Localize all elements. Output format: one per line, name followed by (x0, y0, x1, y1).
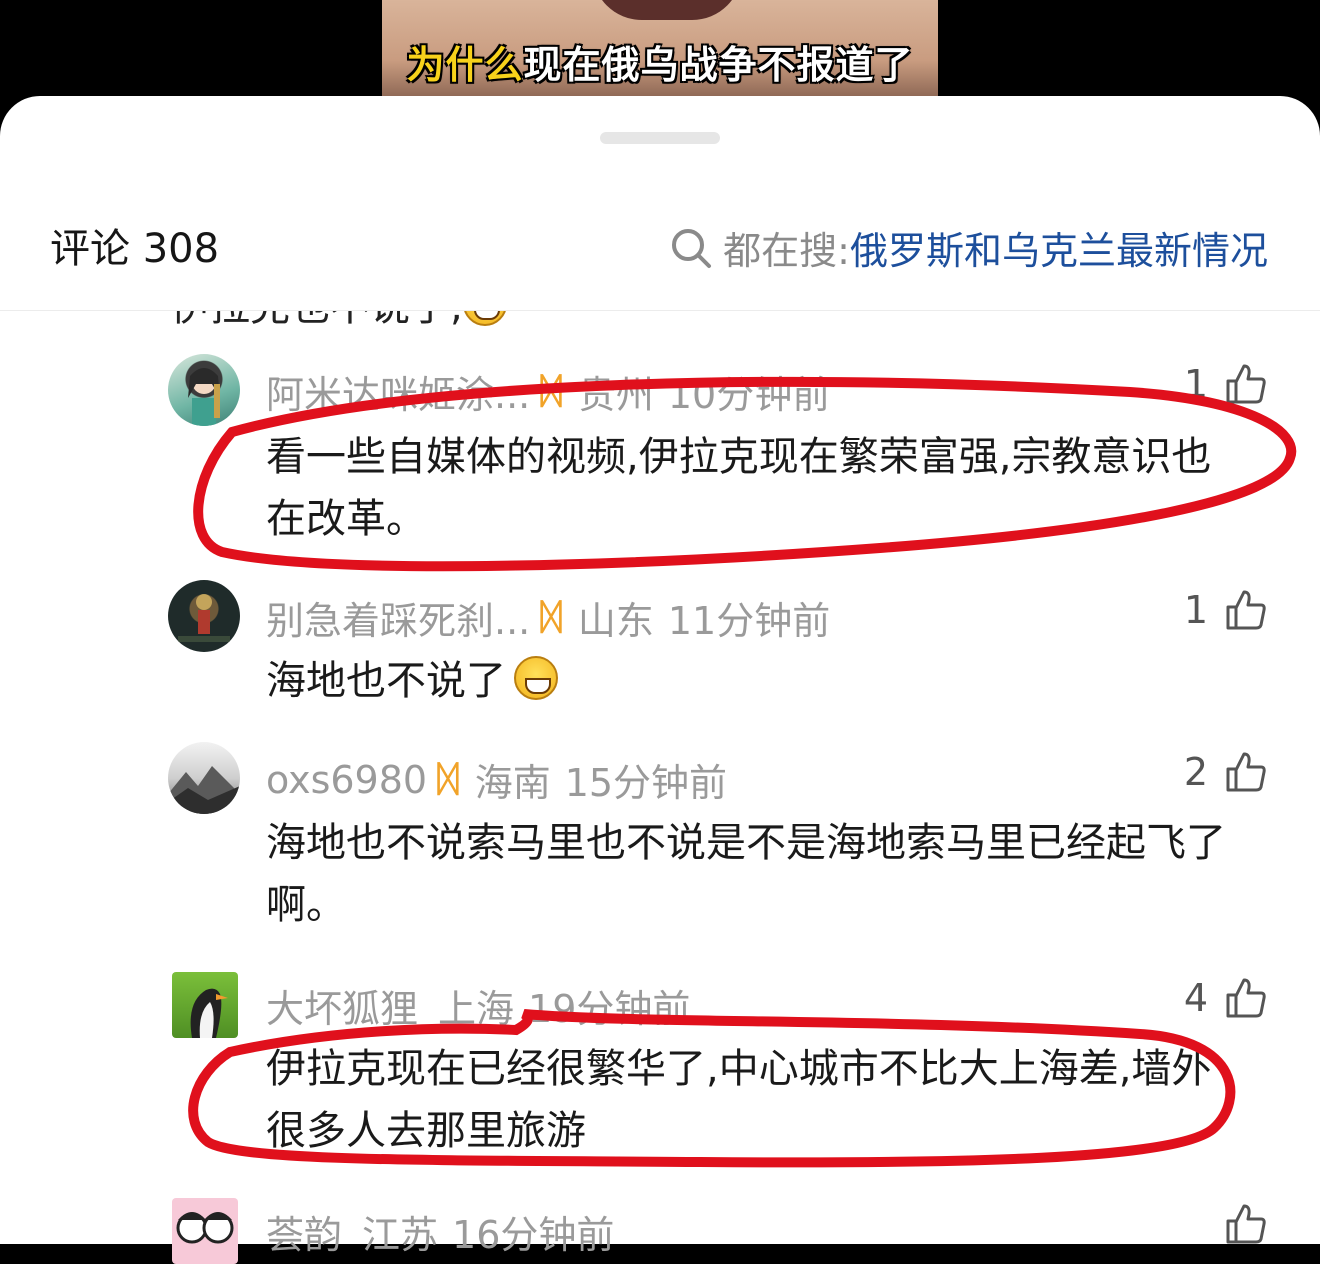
avatar-penguin-icon (190, 988, 228, 1038)
comment-username[interactable]: 大坏狐狸 (266, 978, 418, 1033)
video-face-mouth (592, 0, 742, 20)
video-player[interactable]: 为什么现在俄乌战争不报道了 (0, 0, 1320, 110)
like-count: 1 (1183, 362, 1208, 406)
comment-meta: 阿米达咪姬涂... ᛞ 贵州 10分钟前 (266, 364, 830, 419)
sheet-drag-handle[interactable] (600, 132, 720, 144)
like-button[interactable]: 2 (1184, 750, 1268, 794)
comment-meta: 荟韵 江苏 16分钟前 (266, 1204, 614, 1259)
avatar[interactable] (168, 580, 240, 652)
avatar-girl-icon (188, 368, 220, 426)
video-caption-highlight: 为什么 (406, 43, 524, 87)
avatar-landscape-icon (168, 766, 240, 814)
comment-region: 山东 (577, 599, 654, 643)
comment-header: 评论 308 都在搜: 俄罗斯和乌克兰最新情况 (0, 206, 1320, 311)
avatar-night-scene-icon (178, 594, 230, 642)
search-query-link[interactable]: 俄罗斯和乌克兰最新情况 (850, 220, 1268, 275)
avatar[interactable] (168, 354, 240, 426)
comment-text: 海地也不说索马里也不说是不是海地索马里已经起飞了啊。 (266, 820, 1226, 928)
comment-region: 江苏 (362, 1213, 439, 1257)
comment-text: 海地也不说了 (266, 650, 1236, 712)
comment-text-content: 海地也不说了 (266, 658, 506, 704)
comment-time: 15分钟前 (564, 761, 728, 805)
comment-username[interactable]: 荟韵 (266, 1204, 342, 1259)
comment-meta: 大坏狐狸 上海 19分钟前 (266, 978, 690, 1033)
fan-badge-icon: ᛞ (437, 759, 459, 800)
comment-region: 贵州 (577, 373, 654, 417)
comment-text: 看一些自媒体的视频,伊拉克现在繁荣富强,宗教意识也在改革。 (266, 434, 1212, 542)
comment-time: 16分钟前 (452, 1213, 615, 1257)
like-count: 2 (1183, 750, 1208, 794)
comment-region: 海南 (474, 761, 551, 805)
search-icon (672, 228, 712, 268)
fan-badge-icon: ᛞ (540, 597, 562, 638)
thumbs-up-icon (1226, 590, 1266, 630)
comment-time: 19分钟前 (528, 987, 691, 1031)
comment-time: 10分钟前 (667, 373, 831, 417)
comment-count: 评论 308 (50, 226, 220, 272)
thumbs-up-icon (1226, 978, 1266, 1018)
thumbs-up-icon (1226, 364, 1266, 404)
fan-badge-icon: ᛞ (540, 371, 562, 412)
comment-text: 伊拉克现在已经很繁华了,中心城市不比大上海差,墙外很多人去那里旅游 (266, 1046, 1212, 1154)
comment-time: 11分钟前 (667, 599, 831, 643)
like-count: 1 (1183, 588, 1208, 632)
search-label: 都在搜: (723, 229, 850, 273)
thumbs-up-icon (1226, 752, 1266, 792)
comment-meta: oxs6980 ᛞ 海南 15分钟前 (266, 752, 727, 807)
avatar-cartoon-faces-icon (176, 1212, 234, 1244)
video-caption-rest: 现在俄乌战争不报道了 (523, 43, 914, 87)
video-caption: 为什么现在俄乌战争不报道了 (382, 34, 938, 89)
like-button[interactable]: 1 (1184, 588, 1268, 632)
avatar[interactable] (172, 1198, 238, 1264)
like-button[interactable] (1224, 1202, 1268, 1246)
thumbs-up-icon (1226, 1204, 1266, 1244)
comment-username[interactable]: 别急着踩死刹... (266, 590, 530, 645)
like-button[interactable]: 4 (1184, 976, 1268, 1020)
comment-meta: 别急着踩死刹... ᛞ 山东 11分钟前 (266, 590, 830, 645)
grin-emoji-icon (514, 656, 558, 700)
avatar[interactable] (172, 972, 238, 1038)
like-button[interactable]: 1 (1184, 362, 1268, 406)
search-suggestion[interactable]: 都在搜: 俄罗斯和乌克兰最新情况 (669, 220, 1268, 275)
comment-username[interactable]: oxs6980 (266, 758, 427, 802)
comment-username[interactable]: 阿米达咪姬涂... (266, 364, 530, 419)
like-count: 4 (1183, 976, 1208, 1020)
comment-region: 上海 (438, 987, 515, 1031)
avatar[interactable] (168, 742, 240, 814)
video-frame: 为什么现在俄乌战争不报道了 (382, 0, 938, 110)
